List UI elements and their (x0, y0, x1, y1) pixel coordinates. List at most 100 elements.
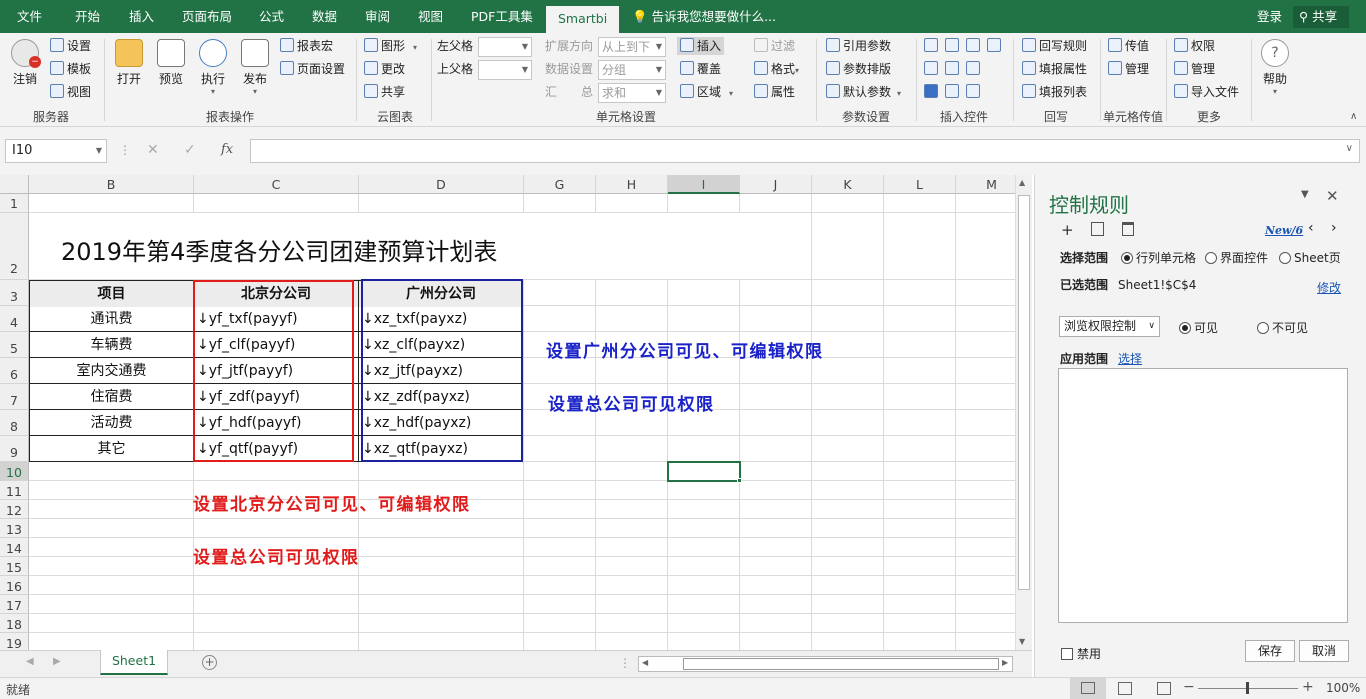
row-header[interactable]: 7 (0, 384, 29, 410)
tab-home[interactable]: 开始 (75, 0, 100, 33)
item-name[interactable]: 通讯费 (30, 306, 193, 332)
share-chart-button[interactable]: 共享 (364, 83, 405, 101)
default-param-button[interactable]: 默认参数 ▾ (826, 83, 901, 103)
scroll-down-icon[interactable]: ▼ (1019, 637, 1025, 646)
zoom-slider-thumb[interactable] (1246, 682, 1249, 694)
template-button[interactable]: 模板 (50, 60, 91, 78)
h-scroll-thumb[interactable] (683, 658, 999, 670)
cancel-icon[interactable]: ✕ (147, 142, 159, 158)
data-setting-select[interactable]: 分组 ▼ (598, 60, 666, 80)
row-header[interactable]: 12 (0, 500, 29, 519)
tab-pdf-tools[interactable]: PDF工具集 (471, 0, 533, 33)
normal-view-button[interactable] (1070, 678, 1106, 699)
tab-view[interactable]: 视图 (418, 0, 443, 33)
chart-button[interactable]: 图形 ▾ (364, 37, 417, 57)
scroll-up-icon[interactable]: ▲ (1019, 178, 1025, 187)
item-name[interactable]: 室内交通费 (30, 358, 193, 384)
insert-mode-button[interactable]: 插入 (677, 37, 725, 55)
vertical-scrollbar[interactable]: ▲ ▼ (1015, 175, 1032, 650)
zoom-out-icon[interactable]: − (1183, 679, 1195, 695)
column-header[interactable]: H (596, 175, 668, 194)
add-sheet-icon[interactable]: + (202, 655, 217, 670)
update-chart-button[interactable]: 更改 (364, 60, 405, 78)
ref-param-button[interactable]: 引用参数 (826, 37, 891, 55)
row-header[interactable]: 11 (0, 481, 29, 500)
region-button[interactable]: 区域 ▾ (680, 83, 733, 103)
row-header[interactable]: 3 (0, 280, 29, 306)
option-controls[interactable]: 界面控件 (1205, 249, 1268, 266)
help-button[interactable]: ? 帮助 ▾ (1258, 39, 1292, 96)
tab-file[interactable]: 文件 (17, 0, 42, 33)
item-name[interactable]: 其它 (30, 436, 193, 462)
horizontal-scrollbar[interactable]: ◀ ▶ (638, 656, 1013, 672)
apply-range-list[interactable] (1058, 368, 1348, 623)
tab-page-layout[interactable]: 页面布局 (182, 0, 232, 33)
function-icon[interactable]: fx (221, 142, 233, 157)
row-header[interactable]: 17 (0, 595, 29, 614)
tab-data[interactable]: 数据 (312, 0, 337, 33)
rule-index-link[interactable]: New/6 (1265, 224, 1303, 237)
column-header[interactable]: G (524, 175, 596, 194)
list-control-icon[interactable] (966, 38, 980, 52)
sheet-tab-sheet1[interactable]: Sheet1 (100, 650, 168, 675)
column-header[interactable]: C (194, 175, 359, 194)
pass-manage-button[interactable]: 管理 (1108, 60, 1149, 78)
row-header[interactable]: 15 (0, 557, 29, 576)
writeback-rule-button[interactable]: 回写规则 (1022, 37, 1087, 55)
expand-dir-select[interactable]: 从上到下 ▼ (598, 37, 666, 57)
close-icon[interactable]: ✕ (1326, 187, 1339, 205)
formula-input[interactable]: ∨ (250, 139, 1360, 163)
format-button[interactable]: 格式▾ (754, 60, 799, 80)
tab-review[interactable]: 审阅 (365, 0, 390, 33)
option-cells[interactable]: 行列单元格 (1121, 249, 1196, 266)
logout-button[interactable]: − 注销 (8, 39, 42, 87)
choose-link[interactable]: 选择 (1118, 350, 1142, 367)
next-sheet-icon[interactable]: ▶ (53, 656, 61, 667)
text-control-icon[interactable] (966, 84, 980, 98)
disable-checkbox[interactable]: 禁用 (1061, 645, 1101, 662)
page-break-icon[interactable] (1157, 682, 1171, 695)
tab-insert[interactable]: 插入 (129, 0, 154, 33)
copy-icon[interactable] (1091, 222, 1104, 236)
execute-button[interactable]: 执行 ▾ (196, 39, 230, 96)
prev-sheet-icon[interactable]: ◀ (26, 656, 34, 667)
chevron-down-icon[interactable]: ▼ (1301, 189, 1309, 200)
preview-button[interactable]: 预览 (154, 39, 188, 87)
row-header[interactable]: 5 (0, 332, 29, 358)
add-icon[interactable]: + (1061, 221, 1074, 239)
permission-button[interactable]: 权限 (1174, 37, 1215, 55)
settings-button[interactable]: 设置 (50, 37, 91, 55)
zoom-level[interactable]: 100% (1326, 681, 1360, 695)
row-header[interactable]: 8 (0, 410, 29, 436)
column-header[interactable]: D (359, 175, 524, 194)
row-header[interactable]: 1 (0, 194, 29, 213)
row-header[interactable]: 2 (0, 213, 29, 280)
option-sheet[interactable]: Sheet页 (1279, 249, 1341, 266)
enter-icon[interactable]: ✓ (184, 142, 196, 158)
grid-control-icon[interactable] (987, 38, 1001, 52)
tab-formulas[interactable]: 公式 (259, 0, 284, 33)
page-layout-icon[interactable] (1118, 682, 1132, 695)
item-name[interactable]: 车辆费 (30, 332, 193, 358)
rule-type-select[interactable]: 浏览权限控制 ∨ (1059, 316, 1160, 337)
cancel-button[interactable]: 取消 (1299, 640, 1349, 662)
item-name[interactable]: 活动费 (30, 410, 193, 436)
publish-button[interactable]: 发布 ▾ (238, 39, 272, 96)
collapse-ribbon-icon[interactable]: ∧ (1350, 111, 1357, 122)
name-box[interactable]: I10 ▼ (5, 139, 107, 163)
dropdown-control-icon[interactable] (945, 38, 959, 52)
view-button[interactable]: 视图 (50, 83, 91, 101)
column-header-selected[interactable]: I (668, 175, 740, 194)
parent-up-select[interactable]: ▼ (478, 60, 532, 80)
column-header[interactable]: K (812, 175, 884, 194)
row-header[interactable]: 14 (0, 538, 29, 557)
share-button[interactable]: ⚲ 共享 (1293, 6, 1349, 28)
option-invisible[interactable]: 不可见 (1257, 319, 1308, 336)
modify-link[interactable]: 修改 (1317, 279, 1341, 296)
filter-button[interactable]: 过滤 (754, 37, 795, 55)
import-file-button[interactable]: 导入文件 (1174, 83, 1239, 101)
fill-handle[interactable] (737, 478, 742, 483)
cover-mode-button[interactable]: 覆盖 (680, 60, 721, 78)
param-layout-button[interactable]: 参数排版 (826, 60, 891, 78)
checkbox-control-icon[interactable] (924, 84, 938, 98)
